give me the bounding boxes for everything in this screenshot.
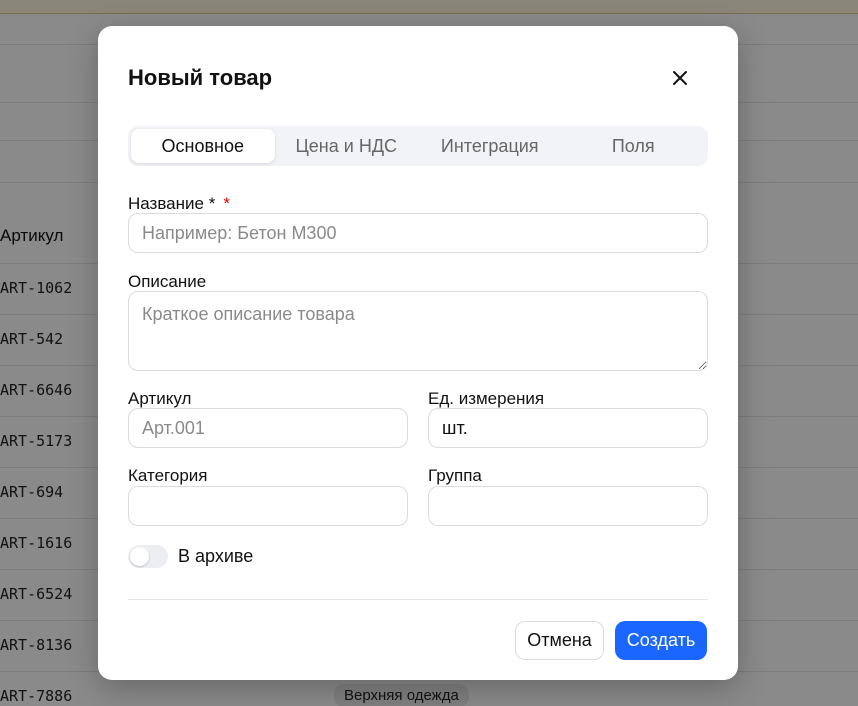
sku-label: Артикул — [128, 389, 192, 408]
description-textarea[interactable] — [128, 291, 708, 371]
name-label-text: Название * — [128, 194, 216, 213]
group-input[interactable] — [428, 486, 708, 526]
toggle-knob — [130, 547, 149, 566]
category-label: Категория — [128, 466, 208, 485]
dialog-title: Новый товар — [128, 65, 273, 90]
category-input[interactable] — [128, 486, 408, 526]
footer-divider — [128, 599, 708, 600]
cancel-button[interactable]: Отмена — [515, 621, 604, 660]
group-label: Группа — [428, 466, 482, 485]
required-mark: * — [223, 194, 230, 213]
tab-price-vat[interactable]: Цена и НДС — [275, 129, 419, 163]
close-icon — [673, 71, 687, 85]
tab-main[interactable]: Основное — [131, 129, 275, 163]
tab-fields[interactable]: Поля — [562, 129, 706, 163]
name-input[interactable] — [128, 213, 708, 253]
archive-toggle-label: В архиве — [178, 546, 254, 566]
archive-toggle[interactable] — [128, 545, 168, 568]
unit-input[interactable] — [428, 408, 708, 448]
close-button[interactable] — [664, 63, 696, 93]
unit-label: Ед. измерения — [428, 389, 545, 408]
sku-input[interactable] — [128, 408, 408, 448]
tab-bar: Основное Цена и НДС Интеграция Поля — [128, 126, 708, 166]
new-product-dialog: Новый товар Основное Цена и НДС Интеграц… — [98, 26, 738, 680]
name-label: Название * * — [128, 194, 230, 214]
tab-integration[interactable]: Интеграция — [418, 129, 562, 163]
create-button[interactable]: Создать — [615, 621, 707, 660]
description-label: Описание — [128, 272, 207, 291]
